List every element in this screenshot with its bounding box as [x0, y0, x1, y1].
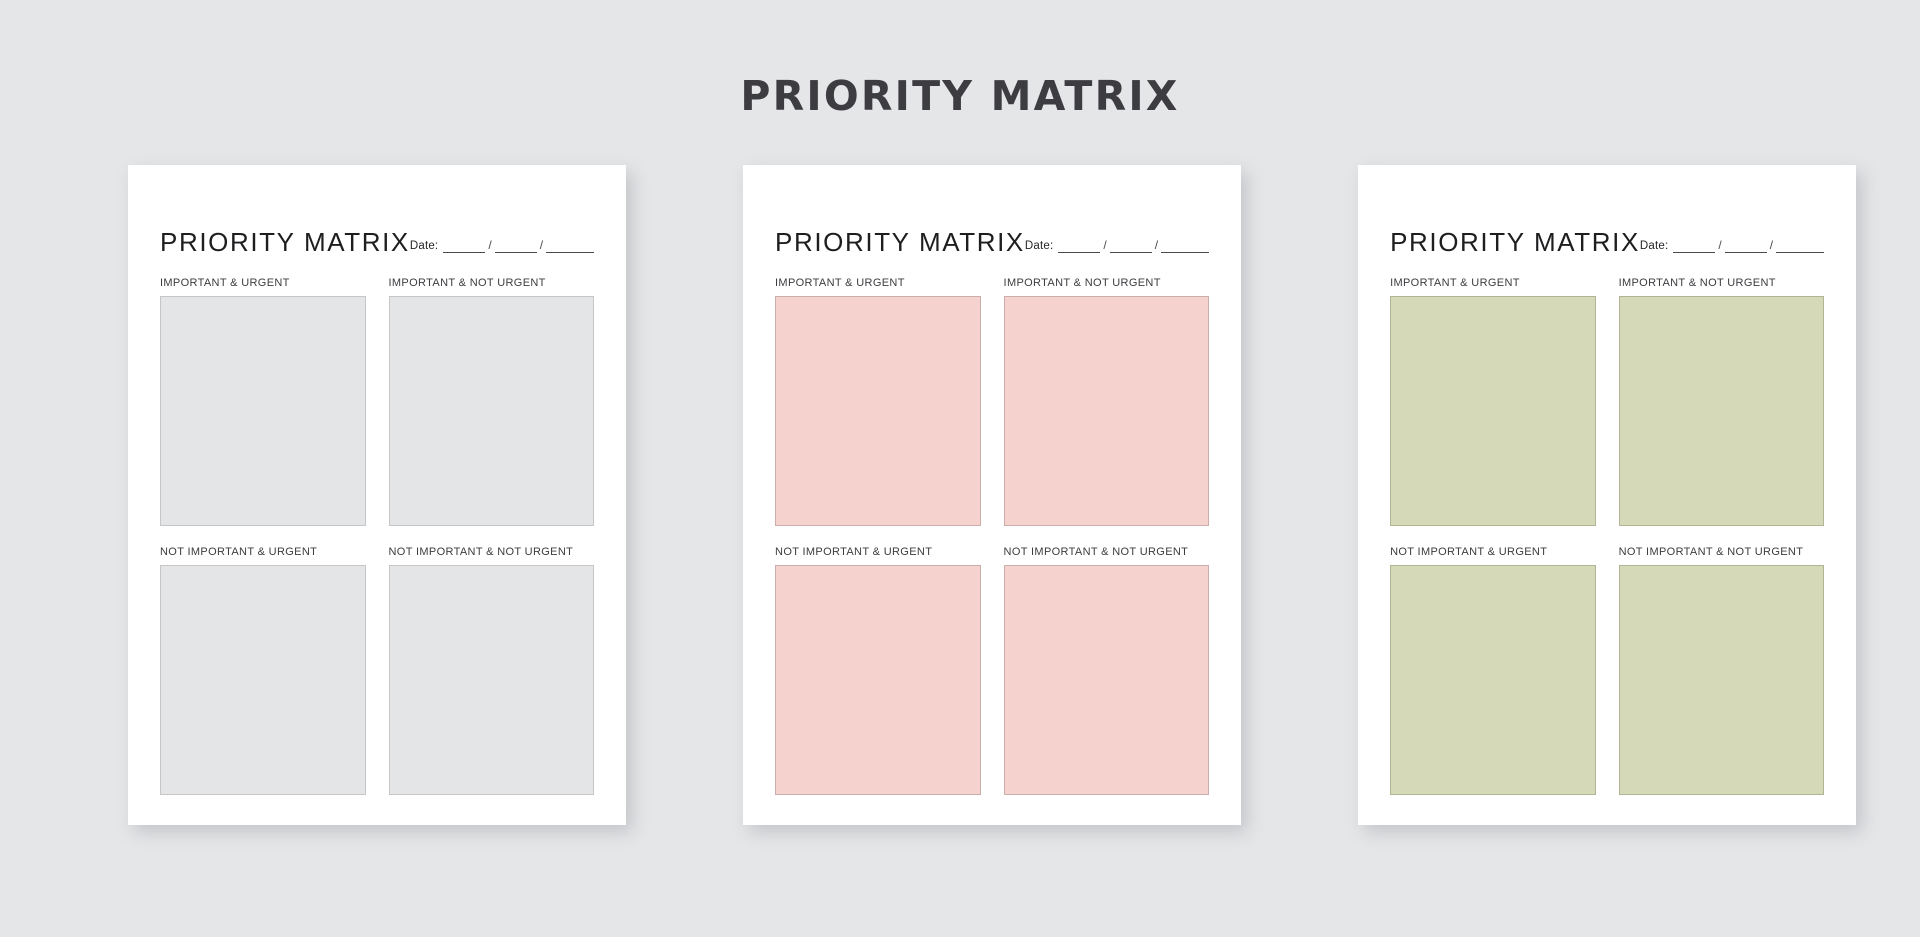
date-field[interactable]: Date: / / — [1024, 238, 1210, 255]
quadrant-label: NOT IMPORTANT & URGENT — [1390, 546, 1548, 558]
quadrant-not-important-not-urgent: NOT IMPORTANT & NOT URGENT — [1003, 546, 1210, 795]
date-separator-2: / — [1769, 238, 1774, 252]
date-slot-day[interactable] — [1673, 239, 1716, 253]
date-field[interactable]: Date: / / — [1639, 238, 1825, 255]
quadrant-label: IMPORTANT & URGENT — [1390, 277, 1520, 289]
quadrant-label: IMPORTANT & NOT URGENT — [1003, 277, 1161, 289]
date-slot-day[interactable] — [443, 239, 486, 253]
card-title: PRIORITY MATRIX — [1390, 227, 1640, 257]
quadrant-not-important-urgent: NOT IMPORTANT & URGENT — [775, 546, 981, 795]
quadrant-label: IMPORTANT & URGENT — [160, 277, 290, 289]
priority-matrix-cards-row: PRIORITY MATRIX Date: / / IMPORTANT & UR… — [128, 165, 1857, 825]
date-slot-month[interactable] — [494, 239, 537, 253]
date-separator-2: / — [539, 238, 544, 252]
quadrant-box[interactable] — [775, 296, 981, 526]
quadrant-not-important-urgent: NOT IMPORTANT & URGENT — [160, 546, 366, 795]
quadrant-box[interactable] — [1003, 296, 1210, 526]
quadrant-box[interactable] — [1618, 565, 1825, 795]
quadrant-label: NOT IMPORTANT & NOT URGENT — [388, 546, 574, 558]
date-slot-year[interactable] — [1776, 239, 1825, 253]
quadrant-not-important-not-urgent: NOT IMPORTANT & NOT URGENT — [1618, 546, 1825, 795]
quadrant-box[interactable] — [1390, 565, 1596, 795]
quadrant-box[interactable] — [160, 565, 366, 795]
quadrant-grid: IMPORTANT & URGENT IMPORTANT & NOT URGEN… — [1390, 277, 1825, 795]
quadrant-not-important-urgent: NOT IMPORTANT & URGENT — [1390, 546, 1596, 795]
quadrant-important-urgent: IMPORTANT & URGENT — [160, 277, 366, 526]
page-title: PRIORITY MATRIX — [740, 72, 1180, 120]
quadrant-important-not-urgent: IMPORTANT & NOT URGENT — [388, 277, 595, 526]
date-separator-1: / — [488, 238, 492, 252]
date-label: Date: — [1024, 239, 1054, 252]
quadrant-important-urgent: IMPORTANT & URGENT — [775, 277, 981, 526]
quadrant-box[interactable] — [388, 565, 595, 795]
date-slots[interactable]: / / — [1673, 238, 1825, 253]
date-label: Date: — [409, 239, 439, 252]
quadrant-label: IMPORTANT & URGENT — [775, 277, 905, 289]
quadrant-label: NOT IMPORTANT & NOT URGENT — [1003, 546, 1189, 558]
quadrant-box[interactable] — [160, 296, 366, 526]
card-header: PRIORITY MATRIX Date: / / — [160, 195, 595, 257]
priority-matrix-card-pink: PRIORITY MATRIX Date: / / IMPORTANT & UR… — [743, 165, 1242, 825]
date-label: Date: — [1639, 239, 1669, 252]
quadrant-grid: IMPORTANT & URGENT IMPORTANT & NOT URGEN… — [775, 277, 1210, 795]
quadrant-label: IMPORTANT & NOT URGENT — [1618, 277, 1776, 289]
quadrant-important-not-urgent: IMPORTANT & NOT URGENT — [1003, 277, 1210, 526]
date-slots[interactable]: / / — [443, 238, 595, 253]
date-slot-month[interactable] — [1724, 239, 1767, 253]
date-slot-month[interactable] — [1109, 239, 1152, 253]
date-slot-year[interactable] — [546, 239, 595, 253]
quadrant-grid: IMPORTANT & URGENT IMPORTANT & NOT URGEN… — [160, 277, 595, 795]
date-separator-2: / — [1154, 238, 1159, 252]
date-separator-1: / — [1103, 238, 1107, 252]
quadrant-box[interactable] — [775, 565, 981, 795]
quadrant-box[interactable] — [388, 296, 595, 526]
card-header: PRIORITY MATRIX Date: / / — [775, 195, 1210, 257]
quadrant-label: NOT IMPORTANT & URGENT — [160, 546, 318, 558]
quadrant-label: IMPORTANT & NOT URGENT — [388, 277, 546, 289]
date-field[interactable]: Date: / / — [409, 238, 595, 255]
card-title: PRIORITY MATRIX — [775, 227, 1025, 257]
date-separator-1: / — [1718, 238, 1722, 252]
card-header: PRIORITY MATRIX Date: / / — [1390, 195, 1825, 257]
card-title: PRIORITY MATRIX — [160, 227, 410, 257]
quadrant-not-important-not-urgent: NOT IMPORTANT & NOT URGENT — [388, 546, 595, 795]
quadrant-important-urgent: IMPORTANT & URGENT — [1390, 277, 1596, 526]
quadrant-box[interactable] — [1618, 296, 1825, 526]
priority-matrix-card-green: PRIORITY MATRIX Date: / / IMPORTANT & UR… — [1358, 165, 1857, 825]
quadrant-important-not-urgent: IMPORTANT & NOT URGENT — [1618, 277, 1825, 526]
date-slot-year[interactable] — [1161, 239, 1210, 253]
date-slots[interactable]: / / — [1058, 238, 1210, 253]
quadrant-box[interactable] — [1390, 296, 1596, 526]
quadrant-label: NOT IMPORTANT & URGENT — [775, 546, 933, 558]
priority-matrix-card-gray: PRIORITY MATRIX Date: / / IMPORTANT & UR… — [128, 165, 627, 825]
quadrant-box[interactable] — [1003, 565, 1210, 795]
quadrant-label: NOT IMPORTANT & NOT URGENT — [1618, 546, 1804, 558]
date-slot-day[interactable] — [1058, 239, 1101, 253]
